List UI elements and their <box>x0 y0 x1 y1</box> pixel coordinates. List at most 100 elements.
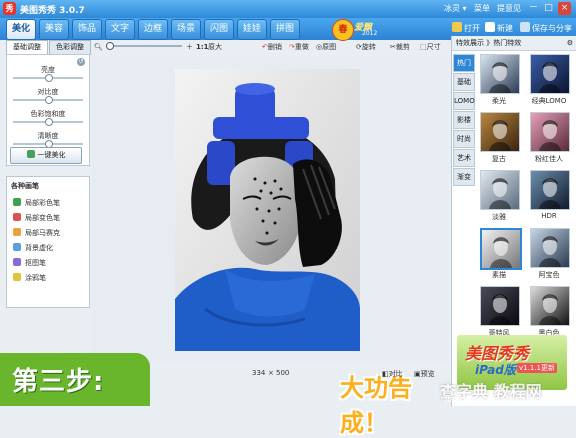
brush-item[interactable]: 局部彩色笔 <box>13 197 60 209</box>
slider-thumb[interactable] <box>45 74 53 82</box>
preview-label: 预览 <box>420 370 435 378</box>
zoom-slider-thumb[interactable] <box>106 42 114 50</box>
ratio-label[interactable]: 1:1 <box>196 41 209 53</box>
menu-link[interactable]: 菜单 <box>474 3 490 14</box>
effect-thumbnail[interactable] <box>530 228 570 268</box>
slider-thumb[interactable] <box>45 96 53 104</box>
portrait-thumb-icon <box>539 236 561 267</box>
effect-thumbnail[interactable] <box>480 54 520 94</box>
brush-icon <box>13 213 21 221</box>
brush-icon <box>13 243 21 251</box>
wand-icon <box>26 150 35 158</box>
effects-header: 特效展示 》热门特效 ⚙ <box>452 36 576 51</box>
effect-category-tab[interactable]: 影楼 <box>453 111 475 129</box>
one-click-beautify-button[interactable]: 一键美化 <box>10 147 82 164</box>
badge-year: 2012 <box>362 30 378 37</box>
zoom-in-icon[interactable]: ＋ <box>186 41 193 53</box>
rotate-label: 旋转 <box>361 43 376 51</box>
tab-8[interactable]: 拼图 <box>270 19 300 40</box>
tab-color-adjust[interactable]: 色彩调整 <box>49 40 91 55</box>
effect-category-tab[interactable]: 时尚 <box>453 130 475 148</box>
effect-thumbnail[interactable] <box>480 112 520 152</box>
title-bar: 秀 美图秀秀 3.0.7 冰灵 ▾ 菜单 提意见 － □ × <box>0 0 576 18</box>
slider-thumb[interactable] <box>45 118 53 126</box>
portrait-thumb-icon <box>489 62 511 93</box>
effect-label: 粉红佳人 <box>535 155 563 163</box>
resize-button[interactable]: ⬚尺寸 <box>420 41 441 53</box>
brushes-title: 各种画笔 <box>11 182 39 190</box>
effect-label: 淡雅 <box>492 213 506 221</box>
image-canvas[interactable]: 大功告成！ <box>92 56 448 437</box>
redo-button[interactable]: ↷重做 <box>289 41 309 53</box>
brush-item[interactable]: 局部变色笔 <box>13 212 60 224</box>
tab-6[interactable]: 闪图 <box>204 19 234 40</box>
settings-icon[interactable]: ⚙ <box>567 36 573 50</box>
brush-item[interactable]: 抠图笔 <box>13 257 46 269</box>
save-share-button[interactable]: 保存与分享 <box>520 21 572 37</box>
crop-button[interactable]: ✂裁剪 <box>390 41 410 53</box>
new-button[interactable]: 新建 <box>485 21 513 37</box>
effect-thumbnail[interactable] <box>480 286 520 326</box>
original-size-button[interactable]: 原大 <box>208 41 222 53</box>
effect-category-tab[interactable]: 热门 <box>453 54 475 72</box>
brush-item[interactable]: 局部马赛克 <box>13 227 60 239</box>
folder-icon <box>452 22 462 32</box>
edited-photo[interactable] <box>175 69 360 351</box>
zoom-slider[interactable] <box>106 45 182 47</box>
effect-thumbnail[interactable] <box>480 170 520 210</box>
adjust-slider[interactable] <box>13 140 83 148</box>
close-icon[interactable]: × <box>558 2 571 15</box>
original-image-button[interactable]: ◎原图 <box>316 41 336 53</box>
adjust-slider[interactable] <box>13 96 83 104</box>
minimize-icon[interactable]: － <box>527 2 540 15</box>
user-menu[interactable]: 冰灵 ▾ <box>444 3 467 14</box>
tab-4[interactable]: 边框 <box>138 19 168 40</box>
effect-label: 复古 <box>492 155 506 163</box>
rotate-button[interactable]: ⟳旋转 <box>356 41 376 53</box>
maximize-icon[interactable]: □ <box>542 2 555 15</box>
effects-breadcrumb: 特效展示 》热门特效 <box>456 39 522 47</box>
effect-thumbnail[interactable] <box>530 286 570 326</box>
tab-5[interactable]: 场景 <box>171 19 201 40</box>
compare-button[interactable]: ◧对比 <box>382 369 403 379</box>
new-file-icon <box>485 22 495 32</box>
effect-thumbnail[interactable] <box>530 54 570 94</box>
redo-label: 重做 <box>294 43 309 51</box>
original-image-label: 原图 <box>322 43 337 51</box>
adjust-slider[interactable] <box>13 74 83 82</box>
effect-category-tab[interactable]: 基础 <box>453 73 475 91</box>
brush-icon <box>13 198 21 206</box>
undo-label: 删销 <box>267 43 282 51</box>
effect-label: HDR <box>541 212 557 220</box>
undo-button[interactable]: ↶删销 <box>262 41 282 53</box>
tab-2[interactable]: 饰品 <box>72 19 102 40</box>
brush-item[interactable]: 涂鸦笔 <box>13 272 46 284</box>
tab-7[interactable]: 娃娃 <box>237 19 267 40</box>
effect-thumbnail[interactable] <box>480 228 522 270</box>
feedback-link[interactable]: 提意见 <box>497 3 521 14</box>
effect-thumbnail[interactable] <box>530 112 570 152</box>
tab-0[interactable]: 美化 <box>6 19 36 40</box>
adjust-tabs: 基础调整 色彩调整 <box>6 40 91 55</box>
open-button[interactable]: 打开 <box>452 21 480 37</box>
effect-category-tab[interactable]: 艺术 <box>453 149 475 167</box>
preview-button[interactable]: ▣预览 <box>414 369 435 379</box>
zoom-out-icon[interactable]: 🔍︎ <box>94 41 103 53</box>
compare-label: 对比 <box>388 370 403 378</box>
brushes-panel: 各种画笔 局部彩色笔局部变色笔局部马赛克背景虚化抠图笔涂鸦笔 <box>6 176 90 308</box>
effect-thumbnail[interactable] <box>530 170 570 210</box>
adjust-slider[interactable] <box>13 118 83 126</box>
effect-category-tab[interactable]: 渐变 <box>453 168 475 186</box>
effect-category-tab[interactable]: LOMO <box>453 92 475 110</box>
tab-3[interactable]: 文字 <box>105 19 135 40</box>
ipad-ad-subtitle: iPad版 <box>475 363 516 377</box>
brush-label: 背景虚化 <box>25 244 53 252</box>
tab-basic-adjust[interactable]: 基础调整 <box>6 40 48 55</box>
beautify-label: 一键美化 <box>37 151 66 159</box>
tab-1[interactable]: 美容 <box>39 19 69 40</box>
brush-label: 局部变色笔 <box>25 214 60 222</box>
brush-icon <box>13 273 21 281</box>
spring-festival-badge: 春 爱飘 2012 <box>332 18 384 41</box>
brush-item[interactable]: 背景虚化 <box>13 242 53 254</box>
watermark-url: jiaocheng.chazidian.com <box>445 395 545 404</box>
